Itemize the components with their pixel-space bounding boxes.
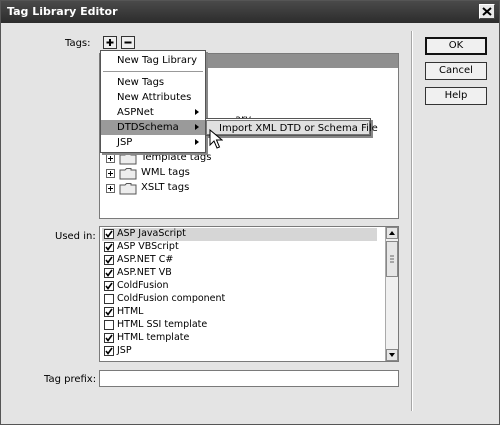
vertical-divider [411, 31, 413, 411]
tree-item-label: WML tags [141, 167, 190, 178]
list-item-label: ColdFusion component [117, 293, 226, 304]
ok-button[interactable]: OK [425, 37, 487, 55]
folder-icon [119, 182, 137, 198]
menu-item-jsp[interactable]: JSP [101, 135, 205, 150]
list-item-label: HTML SSI template [117, 319, 208, 330]
grip-icon [390, 255, 394, 263]
tag-prefix-label: Tag prefix: [44, 374, 97, 385]
scroll-up-button[interactable] [386, 227, 398, 239]
submenu-arrow-icon [195, 139, 199, 145]
menu-item-new-tag-library[interactable]: New Tag Library [101, 53, 205, 68]
checkbox[interactable] [104, 255, 114, 265]
used-in-scrollbar[interactable] [385, 227, 398, 361]
used-in-label: Used in: [55, 231, 96, 242]
menu-item-label: New Attributes [117, 92, 192, 103]
folder-icon [119, 152, 137, 168]
close-button[interactable] [479, 4, 495, 19]
expand-icon[interactable] [106, 184, 115, 193]
list-item-label: HTML template [117, 332, 190, 343]
menu-item-label: New Tags [117, 77, 165, 88]
list-item-label: ColdFusion [117, 280, 169, 291]
mouse-pointer-icon [209, 129, 223, 149]
list-item-asp-javascript[interactable]: ASP JavaScript [102, 228, 377, 241]
menu-item-label: DTDSchema [117, 122, 179, 133]
window-title: Tag Library Editor [7, 5, 118, 18]
add-menu: New Tag Library New Tags New Attributes … [100, 50, 206, 153]
add-tag-button[interactable] [103, 36, 117, 49]
tag-library-editor-dialog: Tag Library Editor Tags: ary Template ta… [0, 0, 500, 425]
scroll-down-button[interactable] [386, 349, 398, 361]
tag-prefix-input[interactable] [99, 370, 399, 387]
expand-icon[interactable] [106, 154, 115, 163]
arrow-down-icon [389, 353, 395, 357]
list-item-label: JSP [117, 345, 132, 356]
checkbox[interactable] [104, 346, 114, 356]
list-item-label: ASP.NET C# [117, 254, 174, 265]
title-bar[interactable]: Tag Library Editor [1, 1, 499, 23]
menu-item-new-attributes[interactable]: New Attributes [101, 90, 205, 105]
menu-item-label: ASPNet [117, 107, 154, 118]
tags-label: Tags: [65, 38, 91, 49]
menu-item-label: Import XML DTD or Schema File [219, 123, 378, 134]
folder-icon [119, 167, 137, 183]
list-item-label: ASP VBScript [117, 241, 179, 252]
menu-item-label: New Tag Library [117, 55, 198, 66]
checkbox[interactable] [104, 268, 114, 278]
plus-icon [106, 39, 114, 46]
list-item-label: ASP.NET VB [117, 267, 172, 278]
checkbox[interactable] [104, 281, 114, 291]
checkbox[interactable] [104, 333, 114, 343]
scroll-thumb[interactable] [386, 241, 398, 277]
expand-icon[interactable] [106, 169, 115, 178]
checkbox[interactable] [104, 294, 114, 304]
used-in-list[interactable]: ASP JavaScript ASP VBScript ASP.NET C# A… [99, 226, 399, 362]
checkbox[interactable] [104, 320, 114, 330]
help-button[interactable]: Help [425, 87, 487, 105]
menu-item-label: JSP [117, 137, 133, 148]
close-icon [482, 7, 492, 16]
menu-separator [103, 71, 203, 72]
submenu-arrow-icon [195, 109, 199, 115]
menu-item-dtdschema[interactable]: DTDSchema [101, 120, 205, 135]
submenu-arrow-icon [195, 124, 199, 130]
checkbox[interactable] [104, 242, 114, 252]
menu-item-import-xml-dtd[interactable]: Import XML DTD or Schema File [206, 120, 378, 135]
checkbox[interactable] [104, 229, 114, 239]
arrow-up-icon [389, 231, 395, 235]
dtdschema-submenu: Import XML DTD or Schema File [205, 118, 378, 136]
tree-item-label: Template tags [141, 152, 212, 163]
list-item-label: ASP JavaScript [117, 228, 186, 239]
list-item-label: HTML [117, 306, 144, 317]
menu-item-aspnet[interactable]: ASPNet [101, 105, 205, 120]
cancel-button[interactable]: Cancel [425, 62, 487, 80]
remove-tag-button[interactable] [121, 36, 135, 49]
tree-item-label: XSLT tags [141, 182, 190, 193]
minus-icon [124, 41, 132, 44]
menu-item-new-tags[interactable]: New Tags [101, 75, 205, 90]
checkbox[interactable] [104, 307, 114, 317]
